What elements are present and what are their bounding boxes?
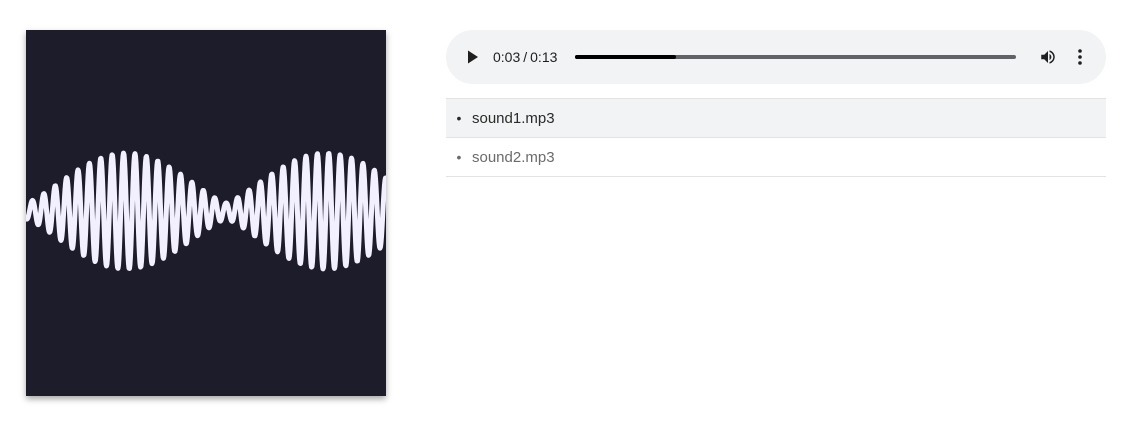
playlist-item[interactable]: • sound1.mp3 <box>446 99 1106 138</box>
playlist-item-label: sound2.mp3 <box>472 148 555 166</box>
page: 0:03/0:13 • sound1.mp3 • sound2.mp3 <box>0 0 1141 426</box>
play-icon <box>468 50 478 64</box>
seek-slider[interactable] <box>575 55 1016 59</box>
more-options-button[interactable] <box>1070 45 1090 69</box>
playlist: • sound1.mp3 • sound2.mp3 <box>446 98 1106 177</box>
playlist-item[interactable]: • sound2.mp3 <box>446 138 1106 177</box>
bullet: • <box>456 149 462 165</box>
playlist-item-label: sound1.mp3 <box>472 109 555 127</box>
seek-progress <box>575 55 677 59</box>
time-separator: / <box>523 49 528 65</box>
sound-wave-line <box>26 150 386 272</box>
duration: 0:13 <box>530 49 558 65</box>
sound-wave-graphic <box>26 150 386 272</box>
more-vertical-icon <box>1078 49 1082 65</box>
album-cover <box>26 30 386 396</box>
bullet: • <box>456 110 462 126</box>
time-display: 0:03/0:13 <box>493 49 557 65</box>
volume-icon <box>1041 50 1055 64</box>
volume-button[interactable] <box>1036 45 1060 69</box>
play-button[interactable] <box>460 44 486 70</box>
current-time: 0:03 <box>493 49 521 65</box>
audio-player: 0:03/0:13 <box>446 30 1106 84</box>
